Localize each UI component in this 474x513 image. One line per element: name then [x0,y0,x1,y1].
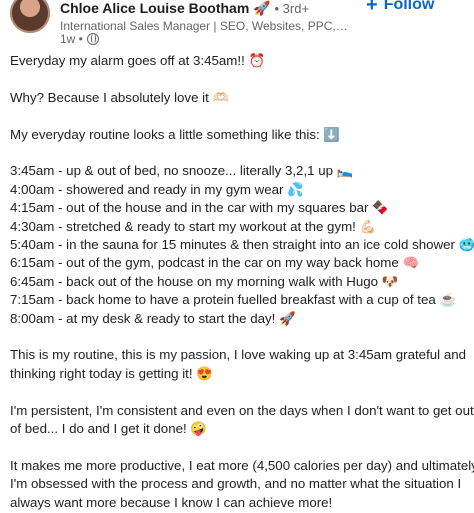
post-body: Everyday my alarm goes off at 3:45am!! ⏰… [10,52,474,512]
routine-item: 6:45am - back out of the house on my mor… [10,273,399,289]
connection-degree: • 3rd+ [274,1,310,16]
author-headline: International Sales Manager | SEO, Websi… [60,19,350,33]
follow-label: Follow [383,0,435,13]
post-time: 1w • [60,32,83,46]
paragraph-line: thinking right today is getting it! 😍 [10,365,213,381]
follow-button[interactable]: + Follow [366,0,435,16]
routine-item: 5:40am - in the sauna for 15 minutes & t… [10,237,474,253]
paragraph-line: always want more because I know I can ac… [10,494,333,510]
post-paragraph: This is my routine, this is my passion, … [10,346,467,383]
post-paragraph: Everyday my alarm goes off at 3:45am!! ⏰ [10,53,266,68]
routine-item: 7:15am - back home to have a protein fue… [10,292,457,308]
globe-icon [86,33,99,45]
post-header: Chloe Alice Louise Bootham 🚀 • 3rd+ Inte… [0,0,474,48]
paragraph-line: I'm obsessed with the process and growth… [10,476,462,492]
post-meta: 1w • [60,32,99,46]
routine-item: 4:15am - out of the house and in the car… [10,200,389,216]
rocket-emoji: 🚀 [253,0,271,16]
routine-item: 4:00am - showered and ready in my gym we… [10,181,304,197]
post-paragraph: I'm persistent, I'm consistent and even … [10,402,474,439]
paragraph-line: of bed... I do and I get it done! 🤪 [10,421,207,437]
routine-item: 4:30am - stretched & ready to start my w… [10,218,377,234]
post-paragraph: It makes me more productive, I eat more … [10,457,474,512]
paragraph-line: This is my routine, this is my passion, … [10,347,467,363]
avatar[interactable] [10,0,50,33]
post-paragraph: Why? Because I absolutely love it 🫶🏻 [10,89,230,105]
post-paragraph: My everyday routine looks a little somet… [10,126,340,142]
routine-list: 3:45am - up & out of bed, no snooze... l… [10,162,474,328]
paragraph-line: I'm persistent, I'm consistent and even … [10,402,474,418]
routine-item: 8:00am - at my desk & ready to start the… [10,310,296,326]
paragraph-line: It makes me more productive, I eat more … [10,457,474,473]
author-name[interactable]: Chloe Alice Louise Bootham [60,0,249,16]
plus-icon: + [366,0,378,16]
routine-item: 6:15am - out of the gym, podcast in the … [10,255,420,271]
routine-item: 3:45am - up & out of bed, no snooze... l… [10,163,354,179]
author-name-row[interactable]: Chloe Alice Louise Bootham 🚀 • 3rd+ [60,0,309,17]
